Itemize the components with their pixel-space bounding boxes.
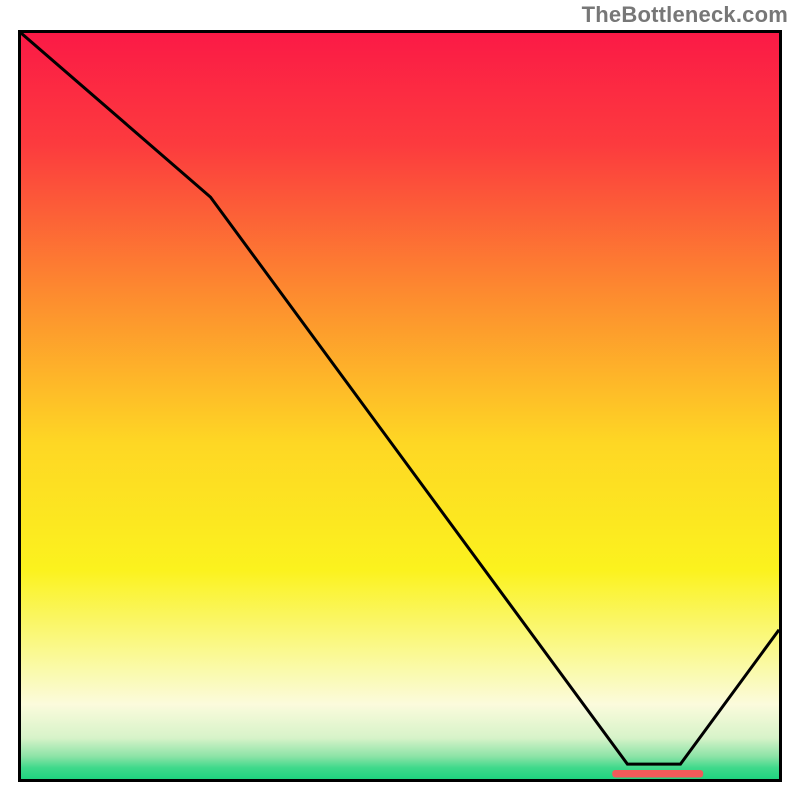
target-marker	[21, 33, 779, 779]
chart-stage: TheBottleneck.com	[0, 0, 800, 800]
watermark-text: TheBottleneck.com	[582, 2, 788, 28]
plot-area	[18, 30, 782, 782]
